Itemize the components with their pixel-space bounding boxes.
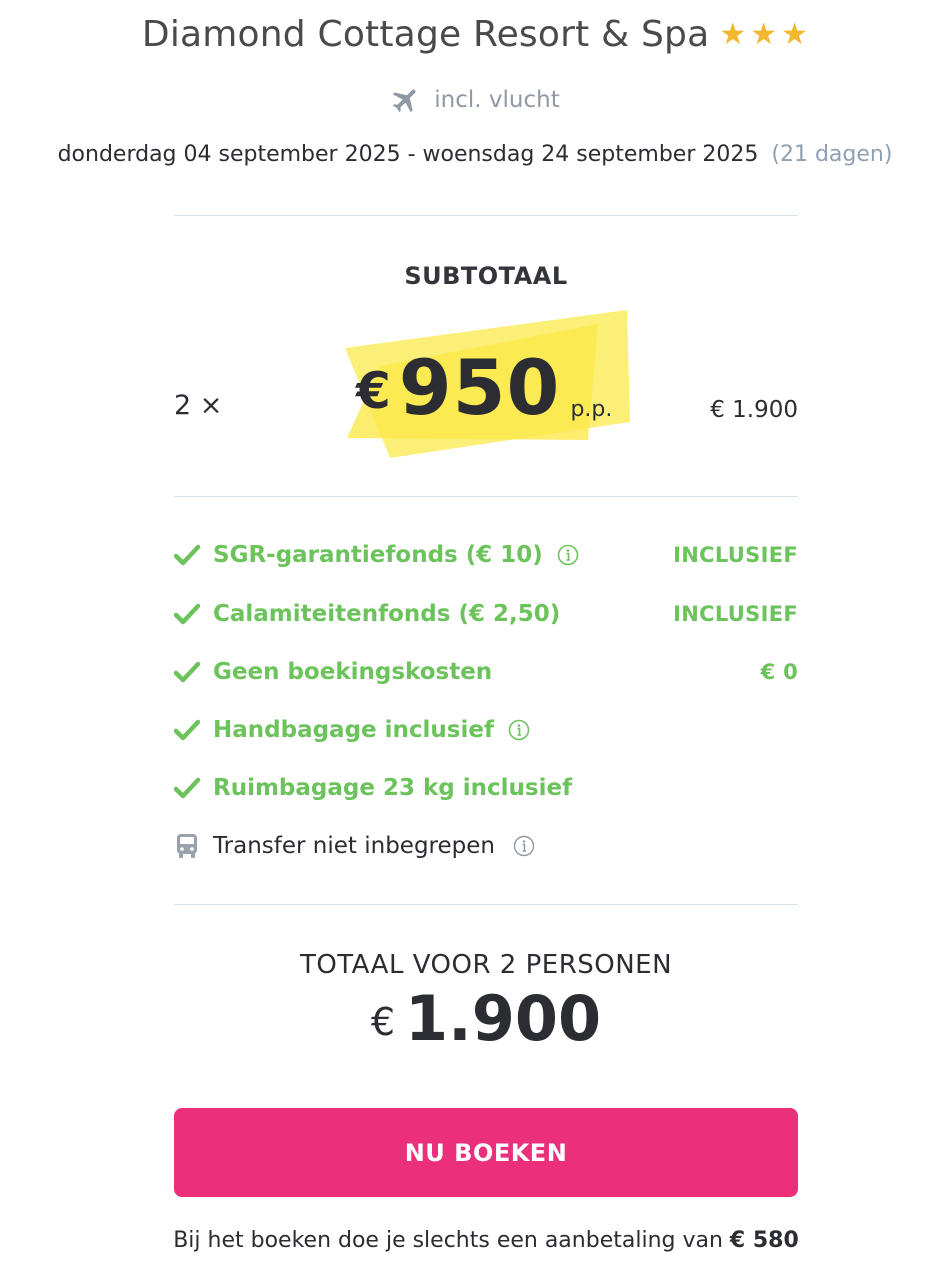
duration-days: (21 dagen) (771, 142, 893, 167)
feature-transfer: Transfer niet inbegrepen (174, 828, 798, 864)
per-person-label: p.p. (570, 397, 613, 422)
divider (174, 215, 798, 216)
check-icon (174, 601, 200, 627)
person-quantity: 2 × (174, 390, 223, 421)
star-icon: ★ (719, 16, 747, 52)
feature-value: € 0 (760, 660, 798, 684)
feature-label: SGR-garantiefonds (€ 10) (213, 542, 543, 568)
feature-value: INCLUSIEF (673, 543, 798, 567)
check-icon (174, 717, 200, 743)
feature-sgr-garantiefonds: SGR-garantiefonds (€ 10) INCLUSIEF (174, 537, 798, 573)
divider (174, 904, 798, 905)
check-icon (174, 542, 200, 568)
check-icon (174, 659, 200, 685)
price-currency: € (356, 362, 391, 420)
total-value: 1.900 (405, 982, 602, 1055)
plane-icon (393, 89, 416, 113)
subtotal-line-total: € 1.900 (710, 397, 798, 423)
deposit-note: Bij het boeken doe je slechts een aanbet… (0, 1228, 950, 1253)
feature-handbagage: Handbagage inclusief (174, 712, 798, 748)
total-heading: TOTAAL VOOR 2 PERSONEN (299, 950, 673, 980)
feature-calamiteitenfonds: Calamiteitenfonds (€ 2,50) INCLUSIEF (174, 596, 798, 632)
hotel-name: Diamond Cottage Resort & Spa (141, 14, 710, 55)
feature-ruimbagage: Ruimbagage 23 kg inclusief (174, 770, 798, 806)
total-currency: € (370, 1000, 396, 1044)
hotel-star-rating: ★ ★ ★ (719, 16, 809, 52)
info-icon[interactable] (513, 835, 535, 857)
date-range: donderdag 04 september 2025 - woensdag 2… (57, 142, 759, 167)
feature-boekingskosten: Geen boekingskosten € 0 (174, 654, 798, 690)
info-icon[interactable] (508, 719, 530, 741)
feature-value: INCLUSIEF (673, 602, 798, 626)
total-price: € 1.900 (174, 988, 798, 1050)
divider (174, 496, 798, 497)
price-value: 950 (398, 343, 561, 432)
feature-label: Ruimbagage 23 kg inclusief (213, 775, 573, 801)
check-icon (174, 775, 200, 801)
feature-label: Transfer niet inbegrepen (213, 833, 495, 859)
flight-included-row: incl. vlucht (0, 84, 950, 116)
subtotal-heading: SUBTOTAAL (404, 262, 568, 290)
hotel-title-row: Diamond Cottage Resort & Spa ★ ★ ★ (0, 14, 950, 55)
flight-label: incl. vlucht (434, 87, 560, 113)
book-now-button[interactable]: NU BOEKEN (174, 1108, 798, 1197)
star-icon: ★ (750, 16, 778, 52)
price-per-person: € 950 p.p. (356, 350, 612, 426)
feature-label: Calamiteitenfonds (€ 2,50) (213, 601, 561, 627)
feature-label: Geen boekingskosten (213, 659, 493, 685)
travel-dates: donderdag 04 september 2025 - woensdag 2… (0, 142, 950, 167)
feature-label: Handbagage inclusief (213, 717, 494, 743)
star-icon: ★ (781, 16, 809, 52)
deposit-amount: € 580 (729, 1228, 799, 1253)
bus-icon (174, 833, 200, 859)
info-icon[interactable] (557, 544, 579, 566)
deposit-text: Bij het boeken doe je slechts een aanbet… (173, 1228, 730, 1253)
